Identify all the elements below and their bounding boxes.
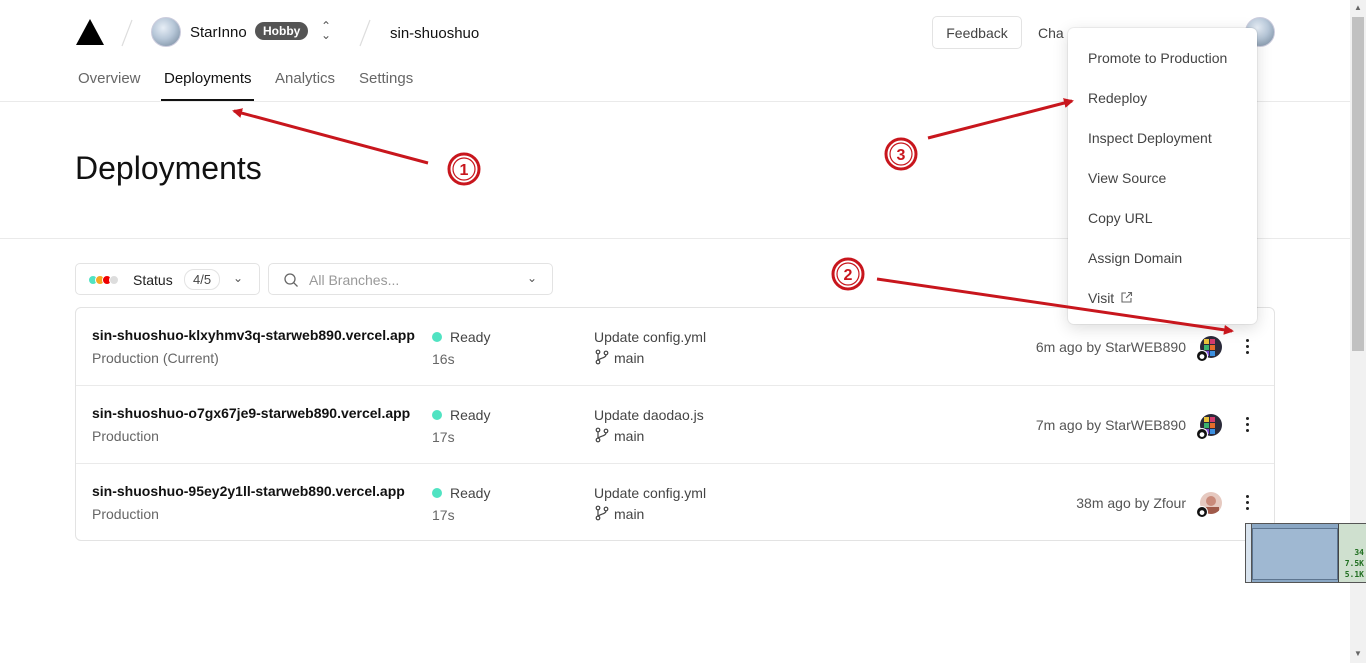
svg-text:1: 1 <box>460 162 469 179</box>
svg-text:3: 3 <box>897 147 906 164</box>
team-name[interactable]: StarInno <box>190 24 247 41</box>
scroll-up-arrow-icon[interactable]: ▲ <box>1353 4 1363 12</box>
scroll-down-arrow-icon[interactable]: ▼ <box>1353 650 1363 658</box>
git-branch-icon <box>595 427 609 443</box>
github-icon <box>1196 428 1208 440</box>
branch-name[interactable]: main <box>614 506 644 522</box>
status-ready-dot-icon <box>432 410 442 420</box>
annotation-marker-2: 2 <box>831 257 865 291</box>
github-icon <box>1196 506 1208 518</box>
deployment-status: Ready <box>450 485 491 501</box>
deployment-time-author: 7m ago by StarWEB890 <box>1035 417 1186 433</box>
more-actions-button[interactable] <box>1236 334 1260 358</box>
deployment-url[interactable]: sin-shuoshuo-klxyhmv3q-starweb890.vercel… <box>92 327 418 343</box>
status-ready-dot-icon <box>432 488 442 498</box>
menu-item-copy-url[interactable]: Copy URL <box>1088 210 1153 226</box>
deployment-duration: 17s <box>432 429 455 445</box>
menu-item-visit-label: Visit <box>1088 290 1115 306</box>
deployment-time-author: 38m ago by Zfour <box>1076 495 1186 511</box>
active-tab-indicator <box>161 99 254 101</box>
more-actions-button[interactable] <box>1236 412 1260 436</box>
scrollbar-thumb[interactable] <box>1352 17 1364 351</box>
external-link-icon <box>1121 291 1133 303</box>
system-monitor-widget[interactable]: 34 7.5K 5.1K <box>1245 523 1366 583</box>
menu-item-assign-domain[interactable]: Assign Domain <box>1088 250 1182 266</box>
breadcrumb-separator-icon <box>120 18 134 48</box>
plan-badge: Hobby <box>255 22 309 40</box>
status-filter-button[interactable]: Status 4/5 ⌄ <box>75 263 260 295</box>
breadcrumb-separator-icon <box>358 18 372 48</box>
team-switcher-chevron-icon[interactable]: ⌃ ⌄ <box>318 20 334 42</box>
deployment-environment: Production <box>92 506 159 522</box>
commit-message[interactable]: Update daodao.js <box>594 407 704 423</box>
chevron-down-icon: ⌄ <box>527 271 538 285</box>
deployment-status: Ready <box>450 329 491 345</box>
deployment-environment: Production (Current) <box>92 350 219 366</box>
chevron-down-icon: ⌄ <box>233 271 244 285</box>
widget-stats-panel: 34 7.5K 5.1K <box>1338 524 1366 582</box>
annotation-marker-3: 3 <box>884 137 918 171</box>
deployment-duration: 17s <box>432 507 455 523</box>
widget-value: 34 <box>1354 548 1364 557</box>
deployment-status: Ready <box>450 407 491 423</box>
git-branch-icon <box>595 505 609 521</box>
commit-message[interactable]: Update config.yml <box>594 485 706 501</box>
widget-graph <box>1252 528 1338 580</box>
tab-settings[interactable]: Settings <box>359 70 413 87</box>
status-dots-icon <box>88 275 122 285</box>
widget-value: 7.5K <box>1344 559 1364 568</box>
tab-overview[interactable]: Overview <box>78 70 141 87</box>
status-filter-label: Status <box>133 272 173 288</box>
feedback-button[interactable]: Feedback <box>932 16 1022 49</box>
menu-item-view-source[interactable]: View Source <box>1088 170 1166 186</box>
deployment-url[interactable]: sin-shuoshuo-o7gx67je9-starweb890.vercel… <box>92 405 418 421</box>
deployment-url[interactable]: sin-shuoshuo-95ey2y1ll-starweb890.vercel… <box>92 483 418 499</box>
page-title: Deployments <box>75 150 262 186</box>
branch-filter[interactable]: ⌄ <box>268 263 553 295</box>
deployment-row[interactable]: sin-shuoshuo-95ey2y1ll-starweb890.vercel… <box>76 464 1274 540</box>
tab-deployments[interactable]: Deployments <box>164 70 252 87</box>
annotation-marker-1: 1 <box>447 152 481 186</box>
vercel-logo-icon[interactable] <box>75 18 105 46</box>
deployment-actions-menu: Promote to Production Redeploy Inspect D… <box>1068 28 1257 324</box>
branch-name[interactable]: main <box>614 428 644 444</box>
deployment-time-author: 6m ago by StarWEB890 <box>1035 339 1186 355</box>
deployment-environment: Production <box>92 428 159 444</box>
project-name[interactable]: sin-shuoshuo <box>390 25 479 42</box>
deployment-duration: 16s <box>432 351 455 367</box>
menu-item-visit[interactable]: Visit <box>1088 290 1133 306</box>
menu-item-promote[interactable]: Promote to Production <box>1088 50 1227 66</box>
commit-message[interactable]: Update config.yml <box>594 329 706 345</box>
status-ready-dot-icon <box>432 332 442 342</box>
deployments-list: sin-shuoshuo-klxyhmv3q-starweb890.vercel… <box>75 307 1275 541</box>
arrow-to-deployments-tab <box>232 108 429 165</box>
branch-name[interactable]: main <box>614 350 644 366</box>
search-icon <box>284 273 298 287</box>
menu-item-redeploy[interactable]: Redeploy <box>1088 90 1147 106</box>
widget-value: 5.1K <box>1344 570 1364 579</box>
git-branch-icon <box>595 349 609 365</box>
menu-item-inspect[interactable]: Inspect Deployment <box>1088 130 1212 146</box>
changelog-link[interactable]: Cha <box>1038 25 1064 41</box>
branch-search-input[interactable] <box>309 268 519 292</box>
deployment-row[interactable]: sin-shuoshuo-o7gx67je9-starweb890.vercel… <box>76 386 1274 464</box>
svg-text:2: 2 <box>844 267 853 284</box>
tab-analytics[interactable]: Analytics <box>275 70 335 87</box>
arrow-to-redeploy <box>927 98 1074 140</box>
github-icon <box>1196 350 1208 362</box>
team-avatar[interactable] <box>151 17 181 47</box>
more-actions-button[interactable] <box>1236 490 1260 514</box>
status-filter-count: 4/5 <box>184 269 221 290</box>
